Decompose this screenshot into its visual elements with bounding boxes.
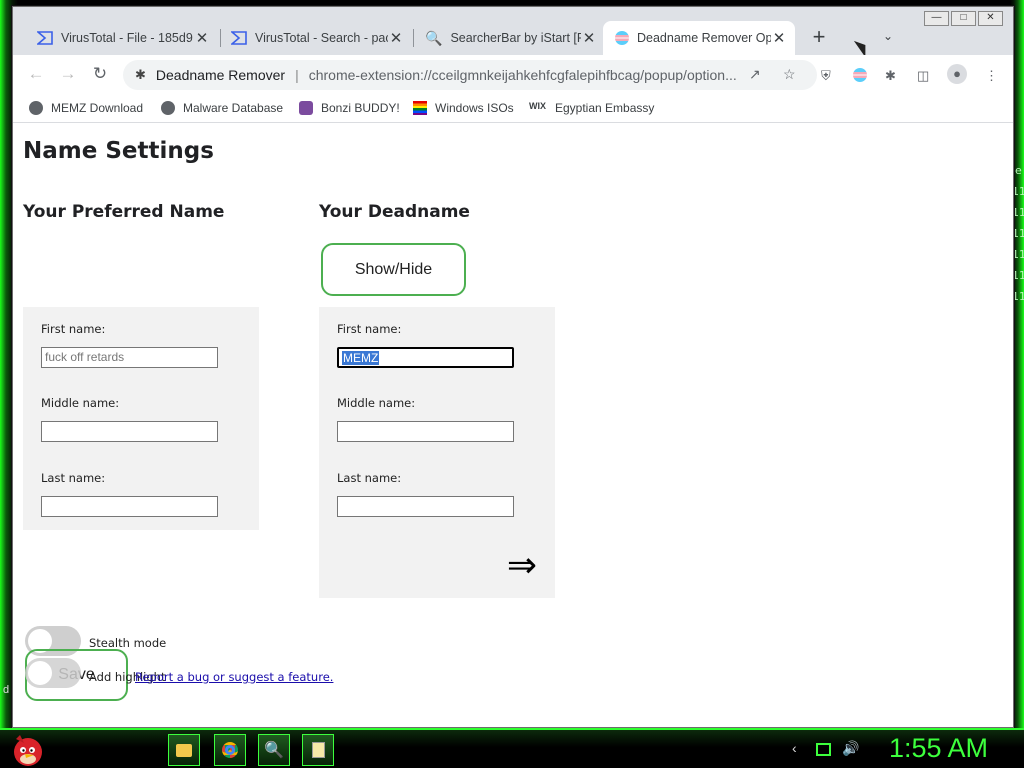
trans-flag-icon: [615, 31, 629, 45]
profile-avatar[interactable]: ●: [947, 64, 967, 84]
tab-deadname-remover[interactable]: Deadname Remover Op ✕: [603, 21, 795, 55]
bookmark-bonzi-buddy[interactable]: Bonzi BUDDY!: [299, 101, 400, 115]
page-title: Name Settings: [23, 138, 214, 164]
chrome-taskbar-button[interactable]: [214, 734, 246, 766]
browser-window: VirusTotal - File - 185d9 ✕ VirusTotal -…: [12, 6, 1014, 728]
tab-virustotal-file[interactable]: VirusTotal - File - 185d9 ✕: [25, 21, 218, 55]
menu-kebab-icon[interactable]: ⋮: [985, 68, 998, 84]
preferred-first-name-label: First name:: [41, 322, 106, 336]
chrome-icon: [222, 742, 238, 758]
trans-flag-extension-icon[interactable]: [853, 68, 867, 85]
forward-arrow-icon[interactable]: →: [57, 63, 79, 85]
preferred-middle-name-field[interactable]: [41, 421, 218, 442]
bonzi-icon: [299, 101, 313, 115]
report-bug-link[interactable]: Report a bug or suggest a feature.: [135, 670, 333, 684]
deadname-last-name-label: Last name:: [337, 471, 402, 485]
selected-text: MEMZ: [342, 351, 380, 365]
double-arrow-right-icon[interactable]: ⇒: [507, 545, 537, 586]
deadname-middle-name-label: Middle name:: [337, 396, 416, 410]
new-tab-button[interactable]: +: [806, 25, 832, 51]
add-highlight-toggle[interactable]: [25, 658, 81, 688]
speaker-icon[interactable]: 🔊: [842, 740, 859, 757]
file-explorer-taskbar-button[interactable]: [168, 734, 200, 766]
tab-searcherbar[interactable]: 🔍 SearcherBar by iStart [RU ✕: [413, 21, 605, 55]
rainbow-flag-icon: [413, 101, 427, 115]
network-icon[interactable]: [816, 743, 831, 756]
deadname-heading: Your Deadname: [319, 202, 470, 222]
close-icon[interactable]: ✕: [194, 29, 210, 47]
share-icon[interactable]: ↗: [749, 66, 761, 83]
bookmark-windows-isos[interactable]: Windows ISOs: [413, 101, 514, 115]
back-arrow-icon[interactable]: ←: [25, 63, 47, 85]
notepad-taskbar-button[interactable]: [302, 734, 334, 766]
magnifier-icon: 🔍: [425, 29, 443, 46]
close-icon[interactable]: ✕: [771, 29, 787, 47]
preferred-name-heading: Your Preferred Name: [23, 202, 225, 222]
bookmark-memz-download[interactable]: MEMZ Download: [29, 101, 143, 115]
bookmark-malware-database[interactable]: Malware Database: [161, 101, 283, 115]
search-taskbar-button[interactable]: 🔍: [258, 734, 290, 766]
taskbar-clock[interactable]: 1:55 AM: [889, 733, 988, 764]
magnifier-icon: 🔍: [264, 742, 284, 759]
side-panel-icon[interactable]: ◫: [917, 68, 929, 84]
show-hide-button[interactable]: Show/Hide: [321, 243, 466, 296]
minimize-button[interactable]: —: [924, 11, 949, 26]
chevron-left-icon[interactable]: ‹: [792, 740, 797, 756]
bookmark-egyptian-embassy[interactable]: WIX Egyptian Embassy: [529, 101, 654, 115]
window-controls: — □ ✕: [924, 11, 1003, 26]
options-page: Name Settings Your Preferred Name Your D…: [13, 124, 1013, 727]
folder-icon: [176, 743, 192, 757]
chevron-down-icon[interactable]: ⌄: [883, 29, 893, 43]
close-icon[interactable]: ✕: [581, 29, 597, 47]
address-bar[interactable]: ✱ Deadname Remover | chrome-extension://…: [123, 60, 817, 90]
omnibox-divider: |: [295, 67, 299, 83]
deadname-last-name-field[interactable]: [337, 496, 514, 517]
puzzle-icon: ✱: [135, 67, 146, 82]
maximize-button[interactable]: □: [951, 11, 976, 26]
browser-toolbar: ← → ↻ ✱ Deadname Remover | chrome-extens…: [13, 55, 1013, 93]
reload-icon[interactable]: ↻: [89, 63, 111, 85]
virustotal-icon: [37, 30, 53, 46]
virustotal-icon: [231, 30, 247, 46]
tab-virustotal-search[interactable]: VirusTotal - Search - pac ✕: [219, 21, 412, 55]
preferred-name-panel: First name: fuck off retards Middle name…: [23, 307, 259, 530]
angry-bird-icon: [14, 735, 42, 766]
deadname-first-name-label: First name:: [337, 322, 402, 336]
wix-icon: WIX: [529, 101, 546, 111]
globe-icon: [29, 101, 43, 115]
globe-icon: [161, 101, 175, 115]
preferred-last-name-field[interactable]: [41, 496, 218, 517]
notepad-icon: [311, 742, 325, 758]
ublock-icon[interactable]: ⛨: [821, 68, 831, 84]
start-button[interactable]: [8, 731, 48, 768]
close-window-button[interactable]: ✕: [978, 11, 1003, 26]
preferred-middle-name-label: Middle name:: [41, 396, 120, 410]
preferred-last-name-label: Last name:: [41, 471, 106, 485]
stealth-mode-label: Stealth mode: [89, 636, 167, 650]
toggle-knob: [28, 661, 52, 685]
bookmarks-bar: MEMZ Download Malware Database Bonzi BUD…: [13, 93, 1013, 123]
extensions-puzzle-icon[interactable]: ✱: [885, 68, 896, 84]
deadname-panel: First name: MEMZ Middle name: Last name:…: [319, 307, 555, 598]
deadname-first-name-field[interactable]: MEMZ: [337, 347, 514, 368]
star-icon[interactable]: ☆: [783, 66, 796, 83]
close-icon[interactable]: ✕: [388, 29, 404, 47]
taskbar: 🔍 ‹ 🔊 1:55 AM: [0, 728, 1024, 768]
preferred-first-name-field[interactable]: fuck off retards: [41, 347, 218, 368]
deadname-middle-name-field[interactable]: [337, 421, 514, 442]
desktop-left-edge-text: d: [3, 684, 10, 696]
tab-strip: VirusTotal - File - 185d9 ✕ VirusTotal -…: [13, 7, 1013, 58]
